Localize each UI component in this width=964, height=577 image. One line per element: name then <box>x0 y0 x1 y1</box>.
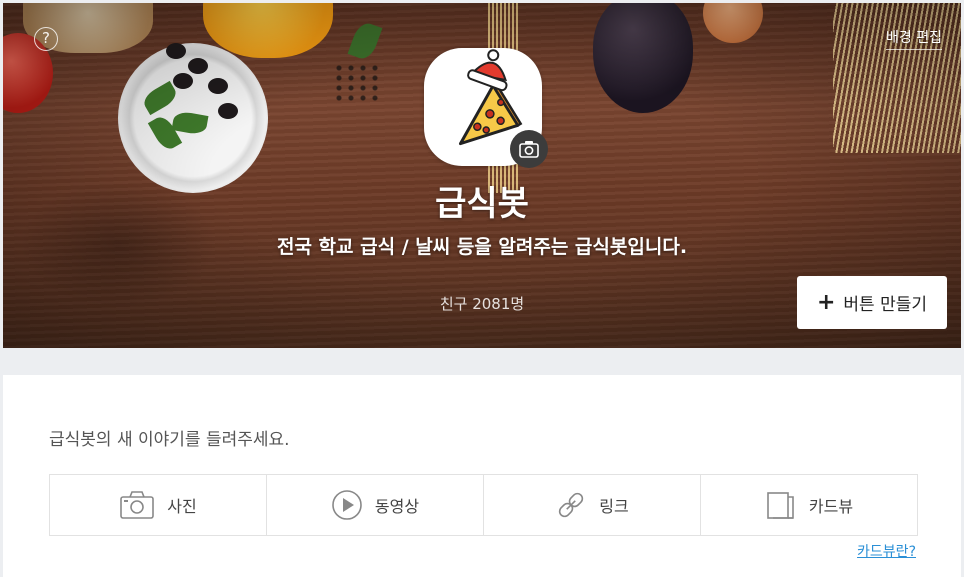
video-label: 동영상 <box>374 497 420 516</box>
media-toolbar: 사진 동영상 링크 카드뷰 <box>49 474 918 536</box>
cardview-button[interactable]: 카드뷰 <box>700 475 917 535</box>
make-button-label: 버튼 만들기 <box>843 295 928 315</box>
composer-card: 급식봇의 새 이야기를 들려주세요. 사진 동영상 링크 카드뷰 카드뷰란? <box>3 375 961 577</box>
camera-icon[interactable] <box>510 130 548 168</box>
cardview-help-link[interactable]: 카드뷰란? <box>857 541 916 561</box>
make-button[interactable]: + 버튼 만들기 <box>797 276 947 329</box>
background-edit-link[interactable]: 배경 편집 <box>886 27 942 50</box>
camera-icon <box>120 491 155 519</box>
profile-description: 전국 학교 급식 / 날씨 등을 알려주는 급식봇입니다. <box>276 236 688 258</box>
question-icon[interactable]: ? <box>34 27 58 51</box>
composer-prompt[interactable]: 급식봇의 새 이야기를 들려주세요. <box>49 425 290 450</box>
video-button[interactable]: 동영상 <box>266 475 483 535</box>
plus-icon: + <box>816 289 836 315</box>
photo-label: 사진 <box>167 497 197 516</box>
photo-button[interactable]: 사진 <box>50 475 266 535</box>
link-label: 링크 <box>599 497 629 516</box>
link-icon <box>559 492 584 518</box>
cardview-icon <box>767 492 794 519</box>
play-icon <box>332 490 362 520</box>
profile-name: 급식봇 <box>435 184 529 224</box>
cardview-label: 카드뷰 <box>808 497 854 516</box>
link-button[interactable]: 링크 <box>483 475 700 535</box>
